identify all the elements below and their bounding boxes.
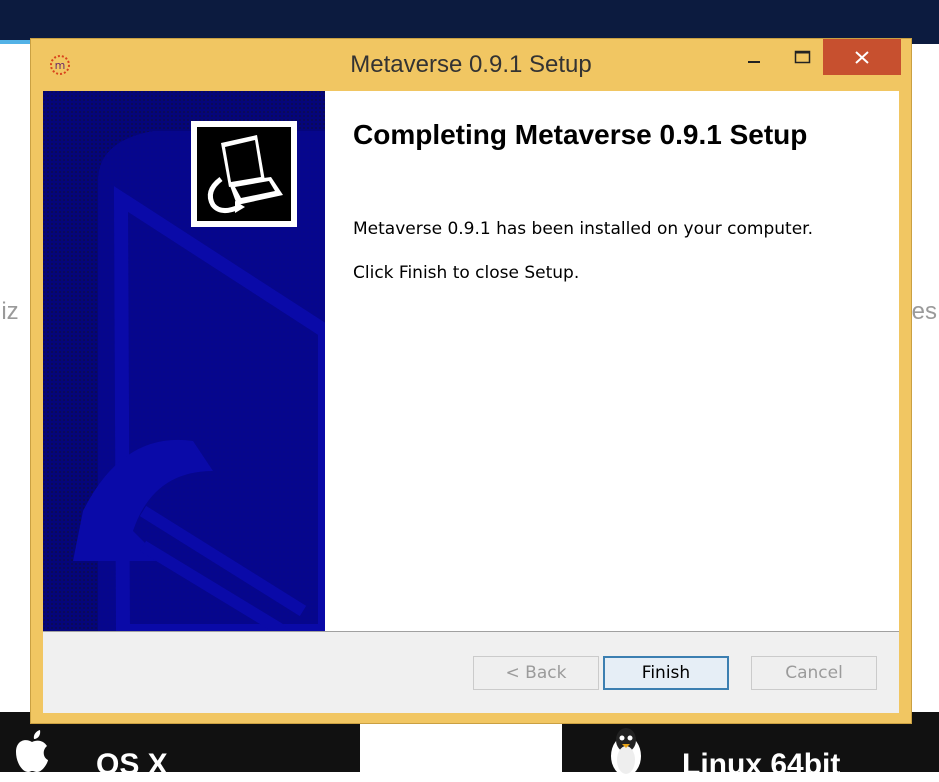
background-text-left: liz [0, 298, 19, 325]
close-icon [855, 51, 869, 64]
minimize-button[interactable] [737, 39, 771, 75]
installed-message: Metaverse 0.9.1 has been installed on yo… [353, 219, 814, 239]
back-button[interactable]: < Back [473, 656, 599, 690]
wizard-side-banner [43, 91, 325, 631]
wizard-button-bar: < Back Finish Cancel [43, 631, 899, 713]
download-linux-label: Linux 64bit [682, 748, 841, 781]
cancel-button[interactable]: Cancel [751, 656, 877, 690]
window-title: Metaverse 0.9.1 Setup [350, 51, 592, 78]
wizard-heading: Completing Metaverse 0.9.1 Setup [353, 119, 808, 150]
close-button[interactable] [823, 39, 901, 75]
apple-icon [12, 726, 52, 780]
title-bar[interactable]: m Metaverse 0.9.1 Setup [31, 39, 911, 91]
finish-instruction: Click Finish to close Setup. [353, 263, 580, 283]
finish-button[interactable]: Finish [603, 656, 729, 690]
download-osx-label: OS X [96, 748, 168, 781]
wizard-page: Completing Metaverse 0.9.1 Setup Metaver… [43, 91, 899, 713]
background-text-right: es [911, 298, 937, 325]
tux-penguin-icon [608, 726, 644, 782]
maximize-icon [794, 50, 811, 64]
minimize-icon [748, 61, 760, 63]
computer-install-icon [191, 121, 297, 227]
setup-dialog: m Metaverse 0.9.1 Setup Completing Metav… [30, 38, 912, 724]
maximize-button[interactable] [785, 39, 819, 75]
